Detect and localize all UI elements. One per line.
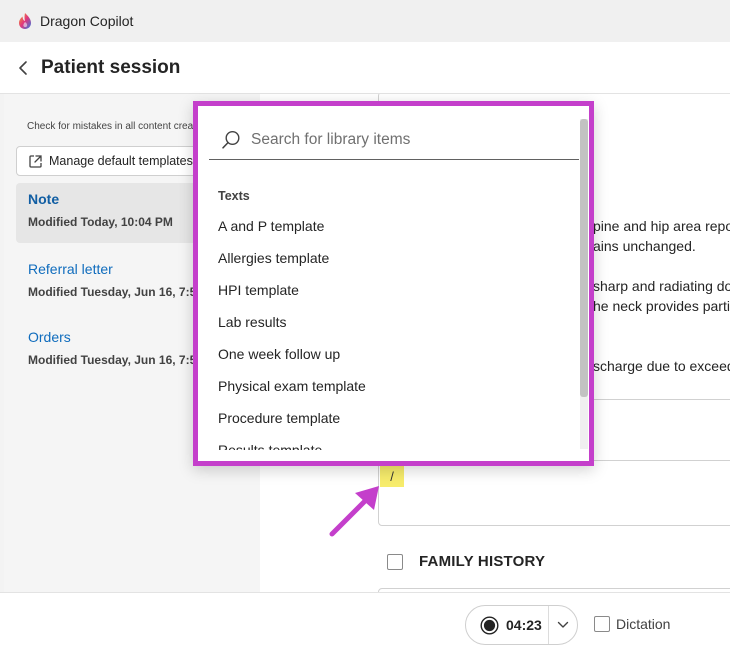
app-title: Dragon Copilot [40,13,134,29]
check-mistakes-text: Check for mistakes in all content crea [27,121,194,132]
library-item[interactable]: Lab results [198,306,578,338]
library-item[interactable]: A and P template [198,210,578,242]
note-text-line: scharge due to exceed [593,358,730,374]
library-search-popup: Texts A and P template Allergies templat… [193,101,594,466]
popup-scrollbar[interactable] [580,119,588,449]
manage-button-label: Manage default templates [49,154,193,168]
library-item[interactable]: Allergies template [198,242,578,274]
page-title: Patient session [41,56,181,78]
library-item[interactable]: Procedure template [198,402,578,434]
note-text-line: pine and hip area repo [593,218,730,234]
open-external-icon [29,154,42,168]
back-button[interactable] [13,58,33,78]
annotation-arrow-icon [329,486,379,537]
search-icon [222,130,240,149]
text-input-box[interactable] [378,460,730,526]
note-text-line: he neck provides partia [593,298,730,314]
note-text-line: ains unchanged. [593,238,696,254]
record-icon [480,615,499,635]
library-item[interactable]: HPI template [198,274,578,306]
scrollbar-thumb[interactable] [580,119,588,397]
recording-options-button[interactable] [549,606,577,644]
record-button[interactable]: 04:23 [466,606,550,644]
note-text-line: sharp and radiating do [593,278,730,294]
recording-control: 04:23 [465,605,578,645]
title-bar: Dragon Copilot [0,0,730,42]
library-items-list: A and P template Allergies template HPI … [198,210,578,450]
chevron-down-icon [557,621,569,628]
dictation-checkbox[interactable] [594,616,610,632]
library-item[interactable]: Physical exam template [198,370,578,402]
library-item[interactable]: One week follow up [198,338,578,370]
dictation-label: Dictation [616,616,671,632]
library-group-label: Texts [218,189,250,203]
dragon-copilot-logo-icon [19,13,31,29]
family-history-title: FAMILY HISTORY [419,553,546,570]
manage-default-templates-button[interactable]: Manage default templates [16,146,216,176]
library-item[interactable]: Results template [198,434,578,450]
chevron-left-icon [19,60,27,75]
family-history-checkbox[interactable] [387,554,403,570]
recording-timer: 04:23 [506,617,542,633]
library-search-input[interactable] [251,131,571,149]
library-search-field[interactable] [209,121,579,160]
page-header: Patient session [0,42,730,94]
